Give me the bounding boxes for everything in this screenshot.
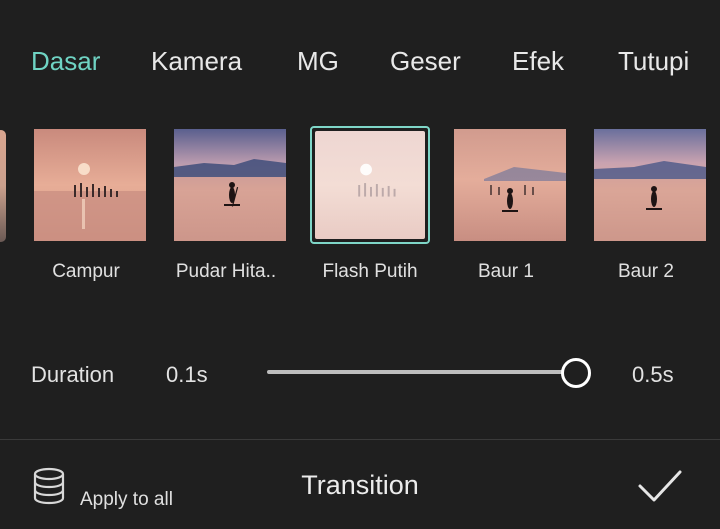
duration-slider-knob[interactable] (561, 358, 591, 388)
transition-thumbnail (454, 129, 566, 241)
category-tabs: Dasar Kamera MG Geser Efek Tutupi (0, 0, 720, 120)
transition-label: Baur 2 (618, 261, 674, 282)
duration-min-value: 0.1s (166, 362, 208, 387)
transition-thumbnail (594, 129, 706, 241)
tab-geser[interactable]: Geser (390, 44, 461, 78)
transition-thumbnail (34, 129, 146, 241)
bottom-bar: Apply to all Transition (0, 440, 720, 529)
duration-slider-track[interactable] (267, 370, 577, 374)
duration-label: Duration (31, 362, 115, 387)
tab-kamera[interactable]: Kamera (151, 44, 242, 78)
transition-thumbnail (174, 129, 286, 241)
tab-mg[interactable]: MG (297, 44, 339, 78)
checkmark-icon[interactable] (636, 466, 684, 506)
transition-thumbnail-selected (310, 126, 430, 244)
transition-label: Pudar Hita.. (175, 261, 277, 282)
transition-label: Baur 1 (478, 261, 534, 282)
partial-transition-thumbnail[interactable] (0, 130, 6, 242)
tab-efek[interactable]: Efek (512, 44, 564, 78)
duration-max-value: 0.5s (632, 362, 674, 387)
tab-dasar[interactable]: Dasar (31, 44, 100, 78)
page-title: Transition (301, 470, 419, 500)
tab-tutupi[interactable]: Tutupi (618, 44, 689, 78)
transition-label: Campur (52, 261, 120, 282)
duration-row: Duration 0.1s 0.5s (0, 340, 720, 410)
